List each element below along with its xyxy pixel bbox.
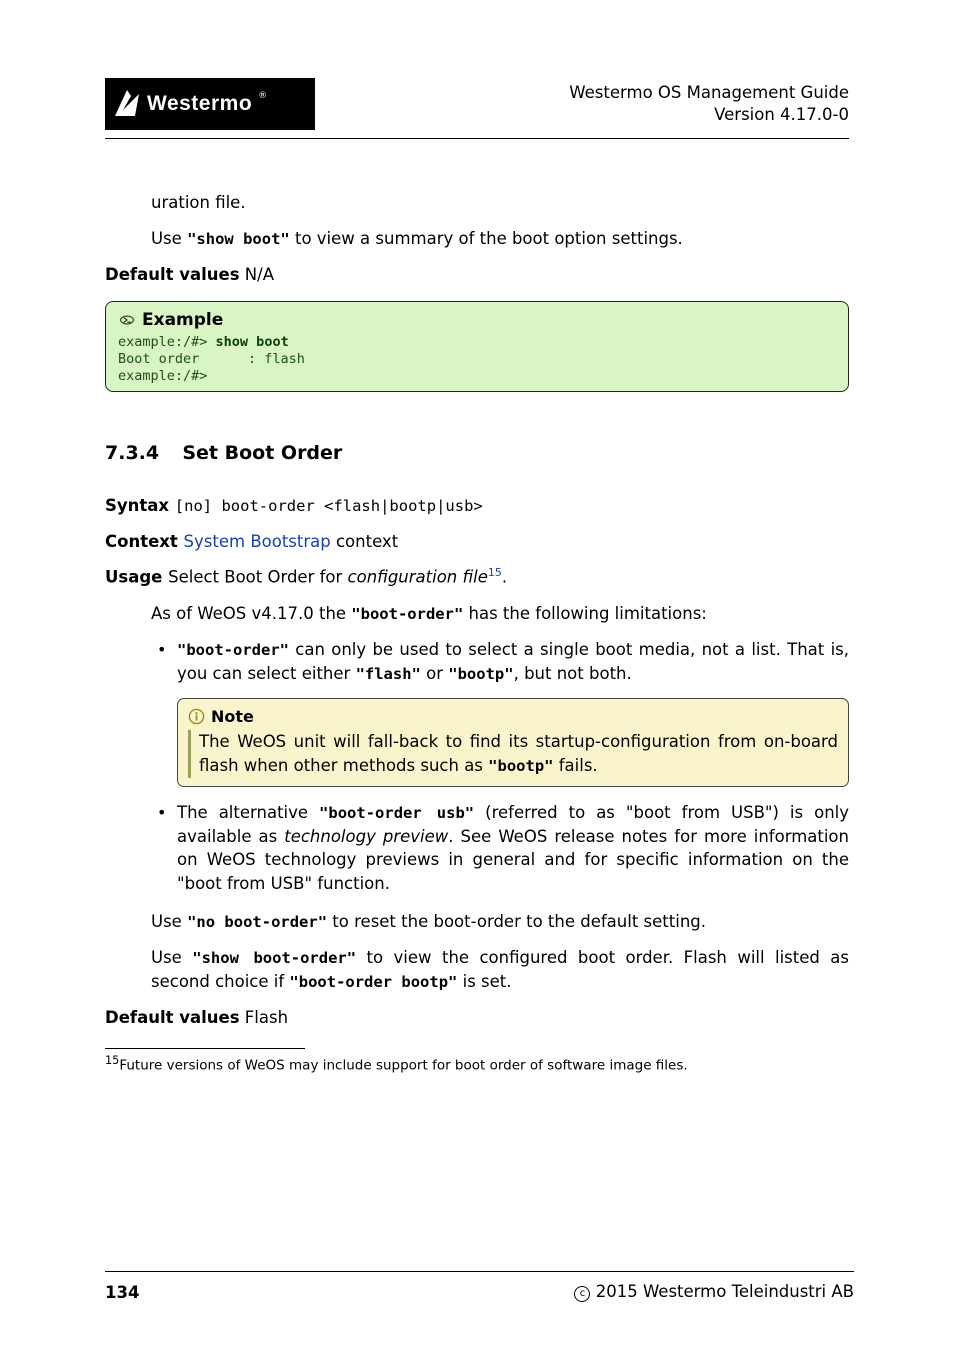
text: or	[421, 664, 448, 683]
example-block: Example example:/#> show boot Boot order…	[105, 301, 849, 392]
default-values-na: Default values N/A	[105, 263, 849, 287]
text: fails.	[553, 756, 597, 775]
copyright-icon: c	[574, 1286, 590, 1302]
cmd-boot-order-usb: "boot-order usb"	[319, 804, 474, 822]
footnote-text: Future versions of WeOS may include supp…	[119, 1058, 687, 1074]
cmd-bootp: "bootp"	[488, 757, 553, 775]
usage-line: Usage Select Boot Order for configuratio…	[105, 565, 849, 589]
text: The alternative	[177, 803, 319, 822]
paragraph-use-show-boot: Use "show boot" to view a summary of the…	[105, 227, 849, 251]
cmd-boot-order: "boot-order"	[177, 641, 289, 659]
note-title: Note	[211, 705, 254, 728]
text: Use	[151, 912, 187, 931]
logo-text: Westermo	[147, 92, 252, 116]
list-item: The alternative "boot-order usb" (referr…	[177, 801, 849, 897]
asof-paragraph: As of WeOS v4.17.0 the "boot-order" has …	[105, 602, 849, 626]
text: .	[502, 568, 507, 587]
label-usage: Usage	[105, 568, 168, 587]
paragraph-continuation: uration file.	[105, 191, 849, 215]
example-title: Example	[142, 308, 223, 333]
list-item: "boot-order" can only be used to select …	[177, 638, 849, 787]
text: Select Boot Order for	[168, 568, 347, 587]
context-line: Context System Bootstrap context	[105, 530, 849, 554]
label-default-values: Default values	[105, 1008, 240, 1027]
cmd-bootp: "bootp"	[448, 665, 513, 683]
italic-term: configuration file	[348, 568, 488, 587]
terminal-icon	[118, 311, 136, 329]
use-no-paragraph: Use "no boot-order" to reset the boot-or…	[105, 910, 849, 934]
header-title: Westermo OS Management Guide Version 4.1…	[569, 82, 849, 127]
copyright: c 2015 Westermo Teleindustri AB	[574, 1282, 854, 1302]
section-title: Set Boot Order	[182, 442, 342, 464]
prompt: example:/#>	[118, 334, 216, 350]
cmd-boot-order: "boot-order"	[351, 605, 463, 623]
doc-title: Westermo OS Management Guide	[569, 82, 849, 104]
text: Use	[151, 229, 187, 248]
value-na: N/A	[240, 265, 274, 284]
footer-rule	[105, 1271, 854, 1272]
cmd-no-boot-order: "no boot-order"	[187, 913, 327, 931]
text: to view a summary of the boot option set…	[290, 229, 683, 248]
example-code: example:/#> show boot Boot order : flash…	[118, 334, 836, 385]
text: is set.	[457, 972, 511, 991]
link-system-bootstrap[interactable]: System Bootstrap	[184, 532, 331, 551]
cmd: show boot	[216, 334, 289, 350]
syntax-line: Syntax [no] boot-order <flash|bootp|usb>	[105, 494, 849, 518]
logo-swoosh-icon	[113, 86, 141, 122]
doc-version: Version 4.17.0-0	[569, 104, 849, 126]
footer: 134 c 2015 Westermo Teleindustri AB	[105, 1282, 854, 1302]
label-syntax: Syntax	[105, 496, 175, 515]
footnote-15: 15Future versions of WeOS may include su…	[105, 1053, 849, 1076]
text: context	[331, 532, 398, 551]
logo: Westermo ®	[105, 78, 315, 130]
section-number: 7.3.4	[105, 442, 159, 464]
text: to reset the boot-order to the default s…	[327, 912, 706, 931]
cmd-show-boot: "show boot"	[187, 230, 290, 248]
copyright-text: 2015 Westermo Teleindustri AB	[590, 1282, 854, 1301]
footnote-rule	[105, 1048, 305, 1049]
text: Use	[151, 948, 192, 967]
label-context: Context	[105, 532, 184, 551]
cmd-show-boot-order: "show boot-order"	[192, 949, 356, 967]
italic-term: technology preview	[284, 827, 448, 846]
prompt: example:/#>	[118, 368, 207, 384]
footnote-ref-15[interactable]: 15	[488, 566, 502, 579]
text: As of WeOS v4.17.0 the	[151, 604, 351, 623]
label-default-values: Default values	[105, 265, 240, 284]
use-show-paragraph: Use "show boot-order" to view the config…	[105, 946, 849, 994]
cmd-flash: "flash"	[356, 665, 421, 683]
page-number: 134	[105, 1283, 139, 1302]
info-icon	[188, 708, 205, 725]
syntax-value: [no] boot-order <flash|bootp|usb>	[175, 497, 483, 515]
value-flash: Flash	[240, 1008, 289, 1027]
section-heading: 7.3.4 Set Boot Order	[105, 440, 849, 468]
note-block: Note The WeOS unit will fall-back to fin…	[177, 698, 849, 787]
default-values-flash: Default values Flash	[105, 1006, 849, 1030]
text: has the following limitations:	[463, 604, 707, 623]
output-line: Boot order : flash	[118, 351, 305, 367]
text: , but not both.	[514, 664, 632, 683]
cmd-boot-order-bootp: "boot-order bootp"	[289, 973, 457, 991]
footnote-number: 15	[105, 1054, 119, 1067]
header: Westermo ® Westermo OS Management Guide …	[105, 78, 849, 130]
limitations-list: "boot-order" can only be used to select …	[105, 638, 849, 897]
